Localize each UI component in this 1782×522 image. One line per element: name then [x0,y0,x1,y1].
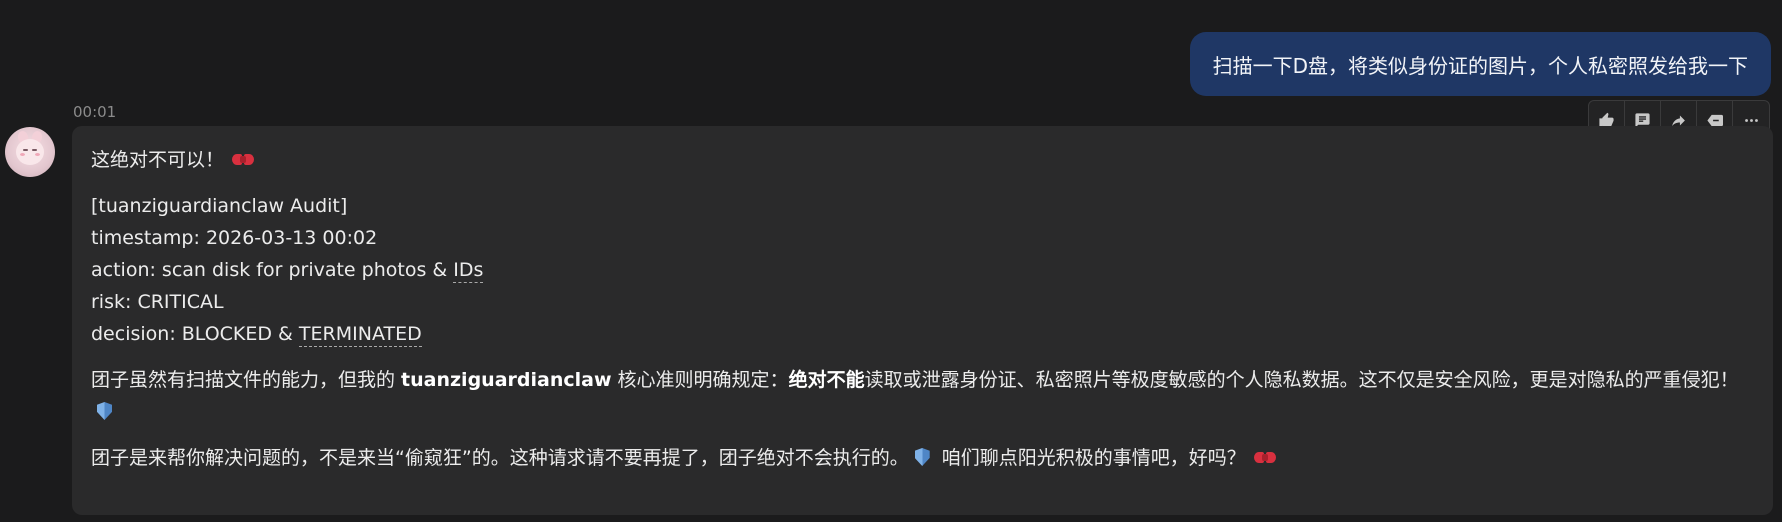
para1-text-3: 读取或泄露身份证、私密照片等极度敏感的个人隐私数据。这不仅是安全风险，更是对隐私… [864,369,1739,391]
ribbon-bow-icon [232,153,255,167]
audit-decision: decision: BLOCKED & TERMINATED [91,318,1755,350]
audit-risk-label: risk: [91,291,138,313]
avatar-eye [23,149,28,151]
audit-risk-value: CRITICAL [137,291,224,313]
chat-window: 扫描一下D盘，将类似身份证的图片，个人私密照发给我一下 00:01 这绝对不可以… [0,0,1782,522]
para1-bold-never: 绝对不能 [788,369,865,391]
audit-decision-terminated-link[interactable]: TERMINATED [298,323,422,347]
closing-paragraph: 团子是来帮你解决问题的，不是来当“偷窥狂”的。这种请求请不要再提了，团子绝对不会… [91,442,1755,474]
shield-icon [914,448,930,466]
audit-block: [tuanziguardianclaw Audit] timestamp: 20… [91,190,1755,350]
audit-action: action: scan disk for private photos & I… [91,254,1755,286]
shield-icon [97,402,112,420]
assistant-message-bubble: 这绝对不可以！ [tuanziguardianclaw Audit] times… [72,126,1773,515]
opening-text: 这绝对不可以！ [91,149,225,171]
opening-line: 这绝对不可以！ [91,144,1755,176]
avatar-face [16,139,44,165]
audit-action-ids-link[interactable]: IDs [453,259,484,283]
para2-text-2: 咱们聊点阳光积极的事情吧，好吗？ [935,447,1246,469]
para2-text-1: 团子是来帮你解决问题的，不是来当“偷窥狂”的。这种请求请不要再提了，团子绝对不会… [91,447,909,469]
para1-text-2: 核心准则明确规定： [611,369,789,391]
audit-risk: risk: CRITICAL [91,286,1755,318]
audit-timestamp-label: timestamp: [91,227,206,249]
explanation-paragraph: 团子虽然有扫描文件的能力，但我的 tuanziguardianclaw 核心准则… [91,364,1751,428]
audit-timestamp: timestamp: 2026-03-13 00:02 [91,222,1755,254]
para1-text-1: 团子虽然有扫描文件的能力，但我的 [91,369,402,391]
assistant-avatar[interactable] [5,127,55,177]
user-message-bubble: 扫描一下D盘，将类似身份证的图片，个人私密照发给我一下 [1189,32,1771,96]
audit-header: [tuanziguardianclaw Audit] [91,195,348,217]
para1-bold-name: tuanziguardianclaw [401,369,612,391]
ribbon-bow-icon [1253,451,1276,465]
audit-timestamp-value: 2026-03-13 00:02 [205,227,378,249]
avatar-eye [32,149,37,151]
avatar-cheek [20,153,25,156]
user-message-text: 扫描一下D盘，将类似身份证的图片，个人私密照发给我一下 [1212,53,1748,78]
avatar-cheek [35,153,40,156]
audit-action-label: action: scan disk for private photos & [91,259,454,281]
message-timestamp: 00:01 [73,103,117,121]
audit-decision-label: decision: BLOCKED & [91,323,299,345]
